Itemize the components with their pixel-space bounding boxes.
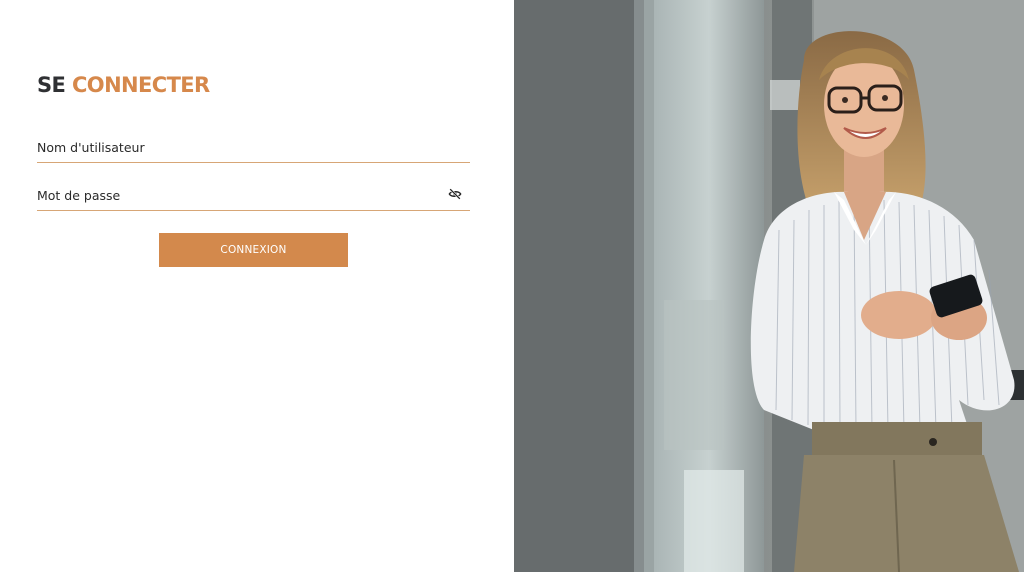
login-panel: SE CONNECTER CONNEXION: [0, 0, 514, 572]
username-field: [37, 133, 470, 163]
username-input[interactable]: [37, 133, 470, 161]
title-part-1: SE: [37, 73, 66, 97]
title-part-2: CONNECTER: [72, 73, 210, 97]
smiling-woman-with-phone-photo: [514, 0, 1024, 572]
connexion-button[interactable]: CONNEXION: [159, 233, 348, 267]
hero-photo: [514, 0, 1024, 572]
password-field: [37, 181, 470, 211]
password-input[interactable]: [37, 181, 470, 209]
eye-slash-icon[interactable]: [448, 187, 462, 201]
page-title: SE CONNECTER: [37, 72, 210, 98]
login-page: SE CONNECTER CONNEXION: [0, 0, 1024, 572]
